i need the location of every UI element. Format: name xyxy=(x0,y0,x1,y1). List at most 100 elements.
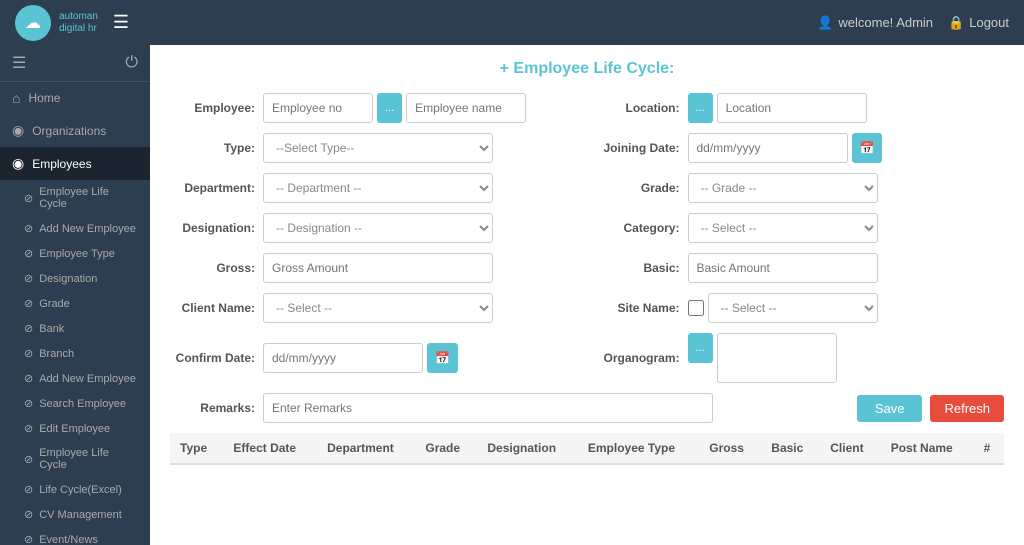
organogram-btn[interactable]: ... xyxy=(688,333,713,363)
form-group-location: Location: ... xyxy=(595,93,1005,123)
form-row-desig-category: Designation: -- Designation -- Category:… xyxy=(170,213,1004,243)
form-group-department: Department: -- Department -- xyxy=(170,173,580,203)
user-info: 👤 welcome! Admin xyxy=(817,15,933,31)
col-employee-type: Employee Type xyxy=(578,433,699,464)
sidebar-item-edit-employee[interactable]: ⊘ Edit Employee xyxy=(0,416,150,441)
sidebar-cv-label: CV Management xyxy=(39,509,122,521)
sidebar-bank-label: Bank xyxy=(39,323,64,335)
logout-button[interactable]: 🔒 Logout xyxy=(948,15,1009,31)
form-group-grade: Grade: -- Grade -- xyxy=(595,173,1005,203)
top-navbar: ☁ automan digital hr ☰ 👤 welcome! Admin … xyxy=(0,0,1024,45)
gross-label: Gross: xyxy=(170,261,255,275)
form-group-designation: Designation: -- Designation -- xyxy=(170,213,580,243)
client-name-select[interactable]: -- Select -- xyxy=(263,293,493,323)
sidebar-item-employees[interactable]: ◉ Employees xyxy=(0,147,150,180)
sidebar-et-label: Employee Type xyxy=(39,248,115,260)
hamburger-icon[interactable]: ☰ xyxy=(113,12,129,33)
employee-input-group: ... xyxy=(263,93,526,123)
form-group-joining-date: Joining Date: 📅 xyxy=(595,133,1005,163)
sidebar-ane2-label: Add New Employee xyxy=(39,373,136,385)
elc-icon: ⊘ xyxy=(24,192,33,205)
navbar-right: 👤 welcome! Admin 🔒 Logout xyxy=(817,15,1009,31)
main-layout: ☰ ⏻ ⌂ Home ◉ Organizations ◉ Employees ⊘… xyxy=(0,45,1024,545)
form-group-basic: Basic: xyxy=(595,253,1005,283)
sidebar-item-add-new-employee[interactable]: ⊘ Add New Employee xyxy=(0,216,150,241)
sidebar-hamburger-icon[interactable]: ☰ xyxy=(12,53,26,73)
site-name-checkbox[interactable] xyxy=(688,300,704,316)
grade-select[interactable]: -- Grade -- xyxy=(688,173,878,203)
desig-icon: ⊘ xyxy=(24,272,33,285)
employee-name-input[interactable] xyxy=(406,93,526,123)
gross-input[interactable] xyxy=(263,253,493,283)
col-basic: Basic xyxy=(761,433,820,464)
sidebar-item-employee-life-cycle2[interactable]: ⊘ Employee Life Cycle xyxy=(0,441,150,477)
cv-icon: ⊘ xyxy=(24,508,33,521)
type-select[interactable]: --Select Type-- xyxy=(263,133,493,163)
sidebar-elc-label: Employee Life Cycle xyxy=(39,186,138,210)
joining-date-cal-button[interactable]: 📅 xyxy=(852,133,883,163)
sidebar-power-icon[interactable]: ⏻ xyxy=(125,54,138,72)
category-select[interactable]: -- Select -- xyxy=(688,213,878,243)
form-group-site: Site Name: -- Select -- xyxy=(595,293,1005,323)
table-header-row: Type Effect Date Department Grade Design… xyxy=(170,433,1004,464)
lce-icon: ⊘ xyxy=(24,483,33,496)
et-icon: ⊘ xyxy=(24,247,33,260)
location-input[interactable] xyxy=(717,93,867,123)
confirm-date-cal-button[interactable]: 📅 xyxy=(427,343,458,373)
sidebar-item-branch[interactable]: ⊘ Branch xyxy=(0,341,150,366)
welcome-text: welcome! Admin xyxy=(838,15,933,30)
sidebar-en-label: Event/News xyxy=(39,534,98,545)
joining-date-input[interactable] xyxy=(688,133,848,163)
sidebar-item-employee-life-cycle[interactable]: ⊘ Employee Life Cycle xyxy=(0,180,150,216)
content-area: + Employee Life Cycle: Employee: ... Loc… xyxy=(150,45,1024,545)
organogram-textarea[interactable] xyxy=(717,333,837,383)
sidebar-item-home[interactable]: ⌂ Home xyxy=(0,82,150,114)
site-name-select[interactable]: -- Select -- xyxy=(708,293,878,323)
sidebar-desig-label: Designation xyxy=(39,273,97,285)
sidebar-item-add-new-employee2[interactable]: ⊘ Add New Employee xyxy=(0,366,150,391)
sidebar-grade-label: Grade xyxy=(39,298,70,310)
form-group-remarks: Remarks: xyxy=(170,393,832,423)
remarks-label: Remarks: xyxy=(170,401,255,415)
organogram-input-group: ... xyxy=(688,333,837,383)
sidebar-item-designation[interactable]: ⊘ Designation xyxy=(0,266,150,291)
basic-input[interactable] xyxy=(688,253,878,283)
sidebar-item-organizations[interactable]: ◉ Organizations xyxy=(0,114,150,147)
sidebar-item-grade[interactable]: ⊘ Grade xyxy=(0,291,150,316)
col-type: Type xyxy=(170,433,223,464)
sidebar-employees-label: Employees xyxy=(32,157,91,171)
form-row-employee-location: Employee: ... Location: ... xyxy=(170,93,1004,123)
navbar-left: ☁ automan digital hr ☰ xyxy=(15,5,129,41)
form-row-client-site: Client Name: -- Select -- Site Name: -- … xyxy=(170,293,1004,323)
se-icon: ⊘ xyxy=(24,397,33,410)
sidebar-item-cv-management[interactable]: ⊘ CV Management xyxy=(0,502,150,527)
category-label: Category: xyxy=(595,221,680,235)
bank-icon: ⊘ xyxy=(24,322,33,335)
joining-date-label: Joining Date: xyxy=(595,141,680,155)
elc2-icon: ⊘ xyxy=(24,453,33,466)
sidebar-item-event-news[interactable]: ⊘ Event/News xyxy=(0,527,150,545)
form-group-organogram: Organogram: ... xyxy=(595,333,1005,383)
site-name-input-group: -- Select -- xyxy=(688,293,878,323)
ee-icon: ⊘ xyxy=(24,422,33,435)
remarks-input[interactable] xyxy=(263,393,713,423)
employee-no-input[interactable] xyxy=(263,93,373,123)
designation-select[interactable]: -- Designation -- xyxy=(263,213,493,243)
col-post-name: Post Name xyxy=(881,433,974,464)
employees-icon: ◉ xyxy=(12,155,24,172)
sidebar-item-bank[interactable]: ⊘ Bank xyxy=(0,316,150,341)
refresh-button[interactable]: Refresh xyxy=(930,395,1004,422)
department-select[interactable]: -- Department -- xyxy=(263,173,493,203)
sidebar-item-employee-type[interactable]: ⊘ Employee Type xyxy=(0,241,150,266)
sidebar-item-search-employee[interactable]: ⊘ Search Employee xyxy=(0,391,150,416)
employee-no-btn[interactable]: ... xyxy=(377,93,402,123)
ane2-icon: ⊘ xyxy=(24,372,33,385)
save-button[interactable]: Save xyxy=(857,395,923,422)
location-btn[interactable]: ... xyxy=(688,93,713,123)
form-row-type-joining: Type: --Select Type-- Joining Date: 📅 xyxy=(170,133,1004,163)
sidebar-item-life-cycle-excel[interactable]: ⊘ Life Cycle(Excel) xyxy=(0,477,150,502)
grade-form-label: Grade: xyxy=(595,181,680,195)
cloud-icon: ☁ xyxy=(25,13,41,33)
confirm-date-input[interactable] xyxy=(263,343,423,373)
form-group-confirm-date: Confirm Date: 📅 xyxy=(170,343,580,373)
